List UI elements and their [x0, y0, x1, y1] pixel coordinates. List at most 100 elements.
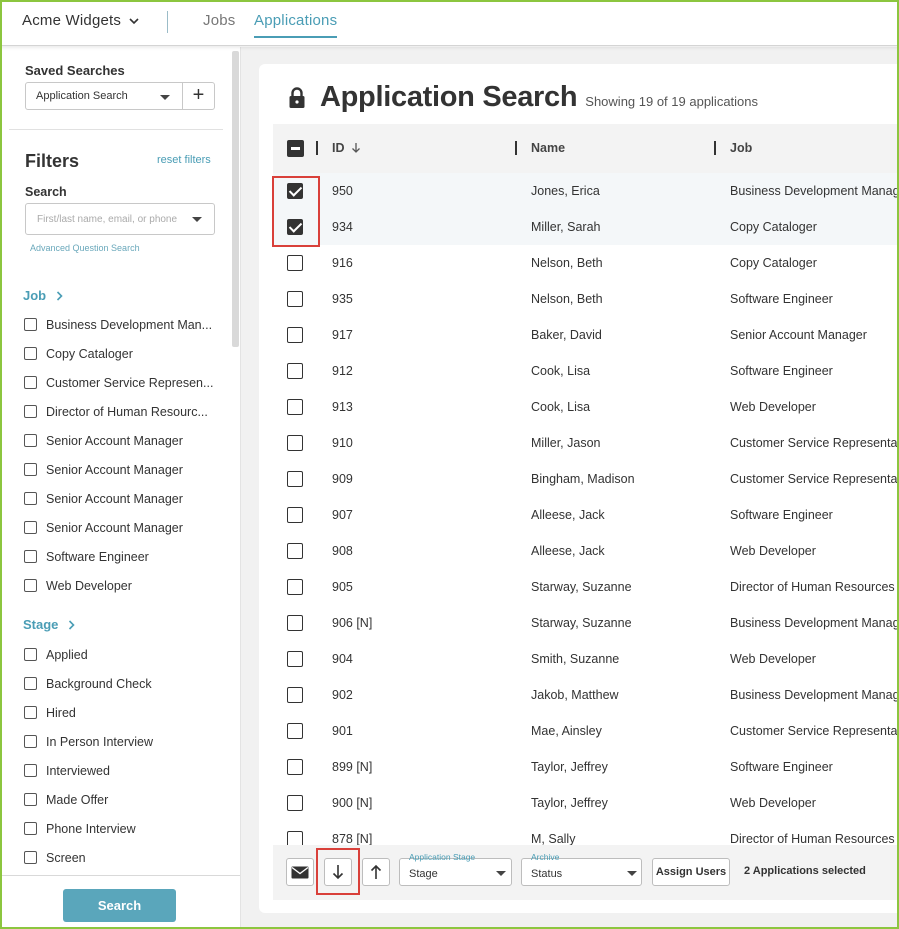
archive-status-select[interactable]: Archive Status [521, 852, 642, 886]
checkbox[interactable] [24, 521, 37, 534]
table-row[interactable]: 950 Jones, Erica Business Development Mana… [273, 173, 899, 209]
stage-filter-item[interactable]: Hired [24, 698, 224, 727]
table-row[interactable]: 912 Cook, Lisa Software Engineer [273, 353, 899, 389]
checkbox[interactable] [24, 318, 37, 331]
move-up-button[interactable] [362, 858, 390, 886]
row-checkbox[interactable] [287, 543, 303, 559]
job-filter-item[interactable]: Senior Account Manager [24, 484, 224, 513]
tab-jobs[interactable]: Jobs [203, 12, 236, 29]
row-checkbox[interactable] [287, 399, 303, 415]
row-checkbox[interactable] [287, 615, 303, 631]
row-checkbox[interactable] [287, 219, 303, 235]
tab-applications[interactable]: Applications [254, 12, 338, 38]
stage-filter-item[interactable]: Phone Interview [24, 814, 224, 843]
table-row[interactable]: 906 [N] Starway, Suzanne Business Developm… [273, 605, 899, 641]
row-checkbox[interactable] [287, 363, 303, 379]
job-filter-item[interactable]: Senior Account Manager [24, 455, 224, 484]
search-button[interactable]: Search [63, 889, 176, 922]
stage-section-header[interactable]: Stage [23, 617, 76, 632]
table-row[interactable]: 916 Nelson, Beth Copy Cataloger [273, 245, 899, 281]
column-header-job[interactable]: Job [730, 141, 752, 155]
checkbox[interactable] [24, 347, 37, 360]
search-input[interactable]: First/last name, email, or phone [25, 203, 215, 235]
job-filter-item[interactable]: Software Engineer [24, 542, 224, 571]
table-row[interactable]: 917 Baker, David Senior Account Manager [273, 317, 899, 353]
checkbox[interactable] [24, 764, 37, 777]
job-filter-item[interactable]: Web Developer [24, 571, 224, 600]
checkbox[interactable] [24, 706, 37, 719]
assign-users-button[interactable]: Assign Users [652, 858, 730, 886]
reset-filters-link[interactable]: reset filters [157, 154, 211, 166]
table-row[interactable]: 907 Alleese, Jack Software Engineer [273, 497, 899, 533]
checkbox[interactable] [24, 434, 37, 447]
table-row[interactable]: 904 Smith, Suzanne Web Developer [273, 641, 899, 677]
job-section-header[interactable]: Job [23, 288, 63, 303]
checkbox[interactable] [24, 405, 37, 418]
table-row[interactable]: 899 [N] Taylor, Jeffrey Software Engineer [273, 749, 899, 785]
caret-down-icon[interactable] [192, 217, 202, 222]
advanced-question-search-link[interactable]: Advanced Question Search [30, 243, 140, 253]
stage-filter-item[interactable]: Background Check [24, 669, 224, 698]
filter-label: Customer Service Represen... [46, 375, 214, 390]
row-checkbox[interactable] [287, 327, 303, 343]
stage-filter-item[interactable]: In Person Interview [24, 727, 224, 756]
row-checkbox[interactable] [287, 183, 303, 199]
move-down-button[interactable] [324, 858, 352, 886]
job-filter-item[interactable]: Customer Service Represen... [24, 368, 224, 397]
table-row[interactable]: 900 [N] Taylor, Jeffrey Web Developer [273, 785, 899, 821]
org-switcher[interactable]: Acme Widgets [22, 12, 139, 29]
column-header-name[interactable]: Name [531, 141, 565, 155]
checkbox[interactable] [24, 677, 37, 690]
table-row[interactable]: 910 Miller, Jason Customer Service Represe… [273, 425, 899, 461]
job-filter-item[interactable]: Senior Account Manager [24, 513, 224, 542]
row-checkbox[interactable] [287, 831, 303, 845]
stage-filter-item[interactable]: Interviewed [24, 756, 224, 785]
checkbox[interactable] [24, 550, 37, 563]
checkbox[interactable] [24, 376, 37, 389]
row-checkbox[interactable] [287, 579, 303, 595]
row-checkbox[interactable] [287, 759, 303, 775]
checkbox[interactable] [24, 793, 37, 806]
application-stage-select[interactable]: Application Stage Stage [399, 852, 512, 886]
sidebar-scrollbar[interactable] [232, 51, 239, 347]
table-row[interactable]: 878 [N] M, Sally Director of Human Resourc… [273, 821, 899, 845]
saved-search-select[interactable]: Application Search [25, 82, 183, 110]
job-filter-item[interactable]: Senior Account Manager [24, 426, 224, 455]
checkbox[interactable] [24, 579, 37, 592]
job-filter-item[interactable]: Copy Cataloger [24, 339, 224, 368]
table-row[interactable]: 934 Miller, Sarah Copy Cataloger [273, 209, 899, 245]
row-checkbox[interactable] [287, 255, 303, 271]
email-button[interactable] [286, 858, 314, 886]
checkbox[interactable] [24, 648, 37, 661]
stage-filter-item[interactable]: Screen [24, 843, 224, 872]
caret-down-icon [627, 871, 637, 876]
add-saved-search-button[interactable]: + [182, 82, 215, 110]
stage-filter-item[interactable]: Made Offer [24, 785, 224, 814]
row-checkbox[interactable] [287, 687, 303, 703]
row-checkbox[interactable] [287, 795, 303, 811]
checkbox[interactable] [24, 851, 37, 864]
row-checkbox[interactable] [287, 507, 303, 523]
table-row[interactable]: 935 Nelson, Beth Software Engineer [273, 281, 899, 317]
job-filter-item[interactable]: Director of Human Resourc... [24, 397, 224, 426]
row-checkbox[interactable] [287, 651, 303, 667]
job-filter-item[interactable]: Business Development Man... [24, 310, 224, 339]
row-checkbox[interactable] [287, 723, 303, 739]
column-header-id[interactable]: ID [332, 141, 361, 155]
table-row[interactable]: 901 Mae, Ainsley Customer Service Represen… [273, 713, 899, 749]
row-checkbox[interactable] [287, 291, 303, 307]
table-row[interactable]: 909 Bingham, Madison Customer Service Repr… [273, 461, 899, 497]
row-checkbox[interactable] [287, 435, 303, 451]
stage-filter-item[interactable]: Applied [24, 640, 224, 669]
checkbox[interactable] [24, 822, 37, 835]
checkbox[interactable] [24, 735, 37, 748]
table-row[interactable]: 902 Jakob, Matthew Business Development Ma… [273, 677, 899, 713]
select-all-checkbox[interactable] [287, 140, 304, 157]
table-row[interactable]: 905 Starway, Suzanne Director of Human Res… [273, 569, 899, 605]
checkbox[interactable] [24, 492, 37, 505]
checkbox[interactable] [24, 463, 37, 476]
saved-searches-label: Saved Searches [25, 63, 125, 78]
row-checkbox[interactable] [287, 471, 303, 487]
table-row[interactable]: 908 Alleese, Jack Web Developer [273, 533, 899, 569]
table-row[interactable]: 913 Cook, Lisa Web Developer [273, 389, 899, 425]
